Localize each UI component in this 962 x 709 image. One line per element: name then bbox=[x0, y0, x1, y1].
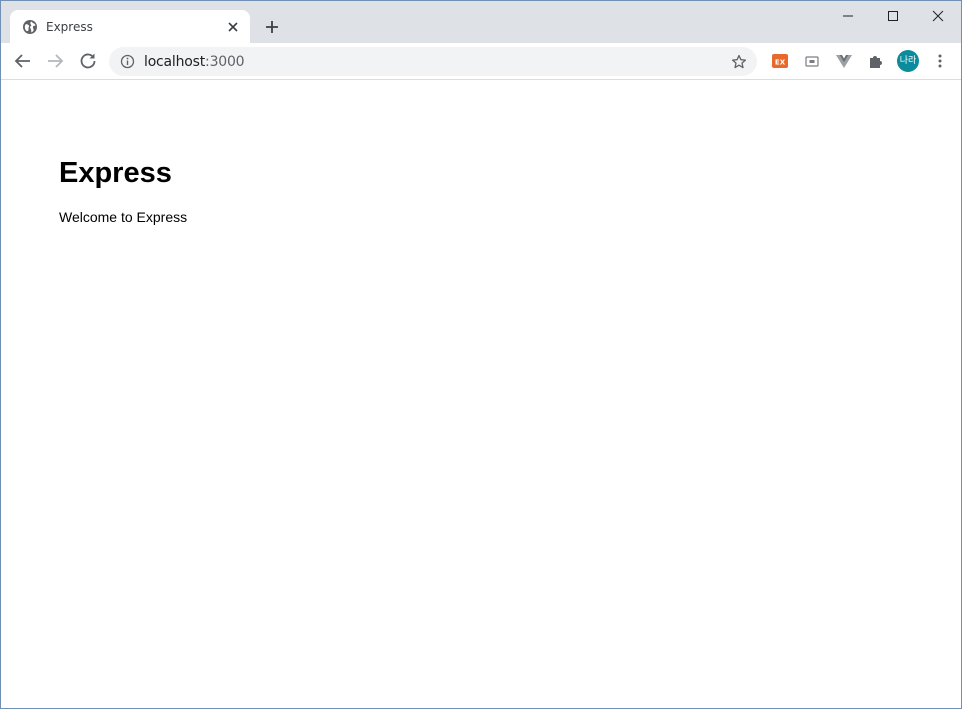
arrow-right-icon bbox=[48, 54, 64, 68]
welcome-text: Welcome to Express bbox=[59, 209, 188, 225]
url-text[interactable]: localhost:3000 bbox=[144, 54, 245, 70]
vue-devtools-icon[interactable] bbox=[835, 52, 853, 70]
globe-icon bbox=[22, 19, 38, 35]
page-viewport: Express Welcome to Express bbox=[1, 81, 961, 708]
close-icon bbox=[932, 10, 944, 22]
tab-strip: Express bbox=[1, 1, 961, 43]
maximize-button[interactable] bbox=[870, 1, 916, 31]
puzzle-icon[interactable] bbox=[867, 52, 885, 70]
reload-button[interactable] bbox=[76, 49, 100, 73]
reload-icon bbox=[80, 53, 96, 69]
back-button[interactable] bbox=[11, 49, 35, 73]
window-close-button[interactable] bbox=[915, 1, 961, 31]
tab-express[interactable]: Express bbox=[10, 10, 250, 43]
address-bar[interactable]: localhost:3000 bbox=[109, 47, 757, 76]
toolbar: localhost:3000 EX 나라 bbox=[1, 43, 961, 80]
forward-button[interactable] bbox=[43, 49, 67, 73]
close-icon[interactable] bbox=[224, 18, 242, 36]
url-port: :3000 bbox=[205, 54, 245, 70]
profile-avatar[interactable]: 나라 bbox=[897, 50, 919, 72]
url-host: localhost bbox=[144, 54, 206, 70]
tab-title: Express bbox=[46, 20, 93, 34]
info-icon[interactable] bbox=[120, 54, 135, 69]
maximize-icon bbox=[888, 11, 898, 21]
cast-icon[interactable] bbox=[803, 52, 821, 70]
kebab-menu-icon[interactable] bbox=[931, 52, 949, 70]
browser-window: Express localhost:3000 EX 나라 Express Wel… bbox=[0, 0, 962, 709]
star-icon[interactable] bbox=[730, 53, 748, 71]
new-tab-button[interactable] bbox=[260, 15, 284, 39]
svg-text:EX: EX bbox=[775, 59, 786, 67]
page-title: Express bbox=[59, 157, 172, 189]
arrow-left-icon bbox=[14, 54, 30, 68]
ex-extension-icon[interactable]: EX bbox=[771, 52, 789, 70]
plus-icon bbox=[266, 21, 278, 33]
minimize-button[interactable] bbox=[825, 1, 871, 31]
minimize-icon bbox=[843, 15, 853, 17]
